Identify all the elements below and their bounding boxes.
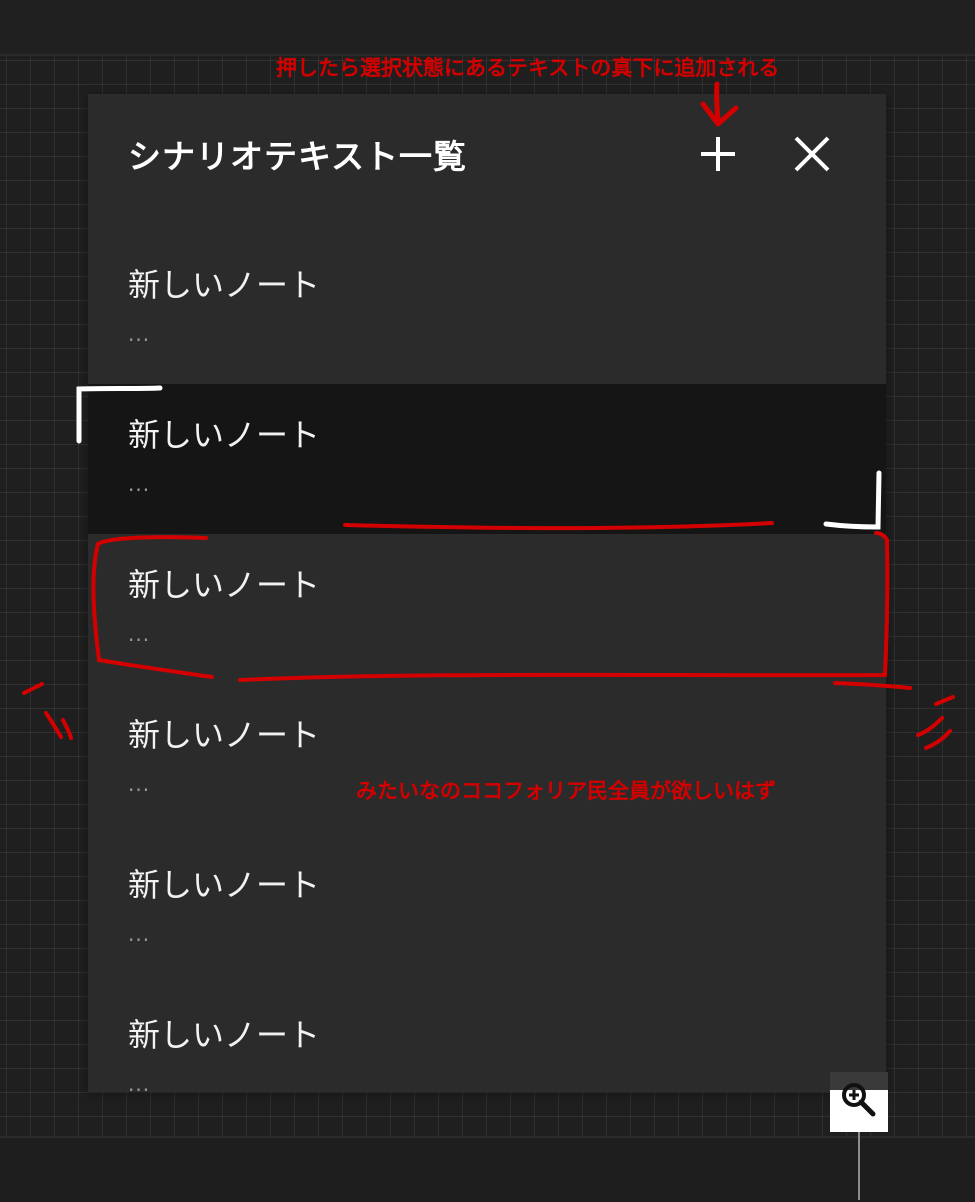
note-list-item[interactable]: 新しいノート...: [88, 984, 886, 1092]
zoom-slider-line: [858, 1132, 860, 1200]
note-title: 新しいノート: [128, 1016, 321, 1054]
note-list-item[interactable]: 新しいノート...: [88, 234, 886, 384]
note-list: 新しいノート... 新しいノート... 新しいノート... 新しいノート... 新しいノ…: [88, 234, 886, 1092]
zoom-in-icon: [842, 1083, 876, 1117]
note-title: 新しいノート: [128, 716, 321, 754]
note-preview: ...: [128, 622, 151, 646]
note-title: 新しいノート: [128, 866, 321, 904]
zoom-in-button[interactable]: [830, 1072, 888, 1132]
panel-header: シナリオテキスト一覧: [88, 94, 886, 244]
annotation-middle-note: みたいなのココフォリア民全員が欲しいはず: [356, 779, 776, 803]
top-bar: [0, 0, 975, 56]
note-preview: ...: [128, 1072, 151, 1092]
close-icon: [794, 136, 830, 172]
note-list-item[interactable]: 新しいノート...: [88, 534, 886, 684]
bottom-bar: [0, 1136, 975, 1202]
annotation-top-note: 押したら選択状態にあるテキストの真下に追加される: [276, 56, 780, 80]
note-title: 新しいノート: [128, 416, 321, 454]
scenario-text-panel: シナリオテキスト一覧 新しいノート... 新しいノート... 新しいノート... 新し…: [88, 94, 886, 1092]
panel-title: シナリオテキスト一覧: [128, 137, 468, 176]
note-title: 新しいノート: [128, 566, 321, 604]
note-preview: ...: [128, 922, 151, 946]
plus-icon: [701, 137, 735, 171]
close-panel-button[interactable]: [782, 124, 842, 184]
note-list-item[interactable]: 新しいノート...: [88, 384, 886, 534]
note-list-item[interactable]: 新しいノート...: [88, 834, 886, 984]
note-title: 新しいノート: [128, 266, 321, 304]
note-preview: ...: [128, 322, 151, 346]
note-preview: ...: [128, 472, 151, 496]
add-note-button[interactable]: [688, 124, 748, 184]
note-preview: ...: [128, 772, 151, 796]
note-list-item[interactable]: 新しいノート...: [88, 684, 886, 834]
